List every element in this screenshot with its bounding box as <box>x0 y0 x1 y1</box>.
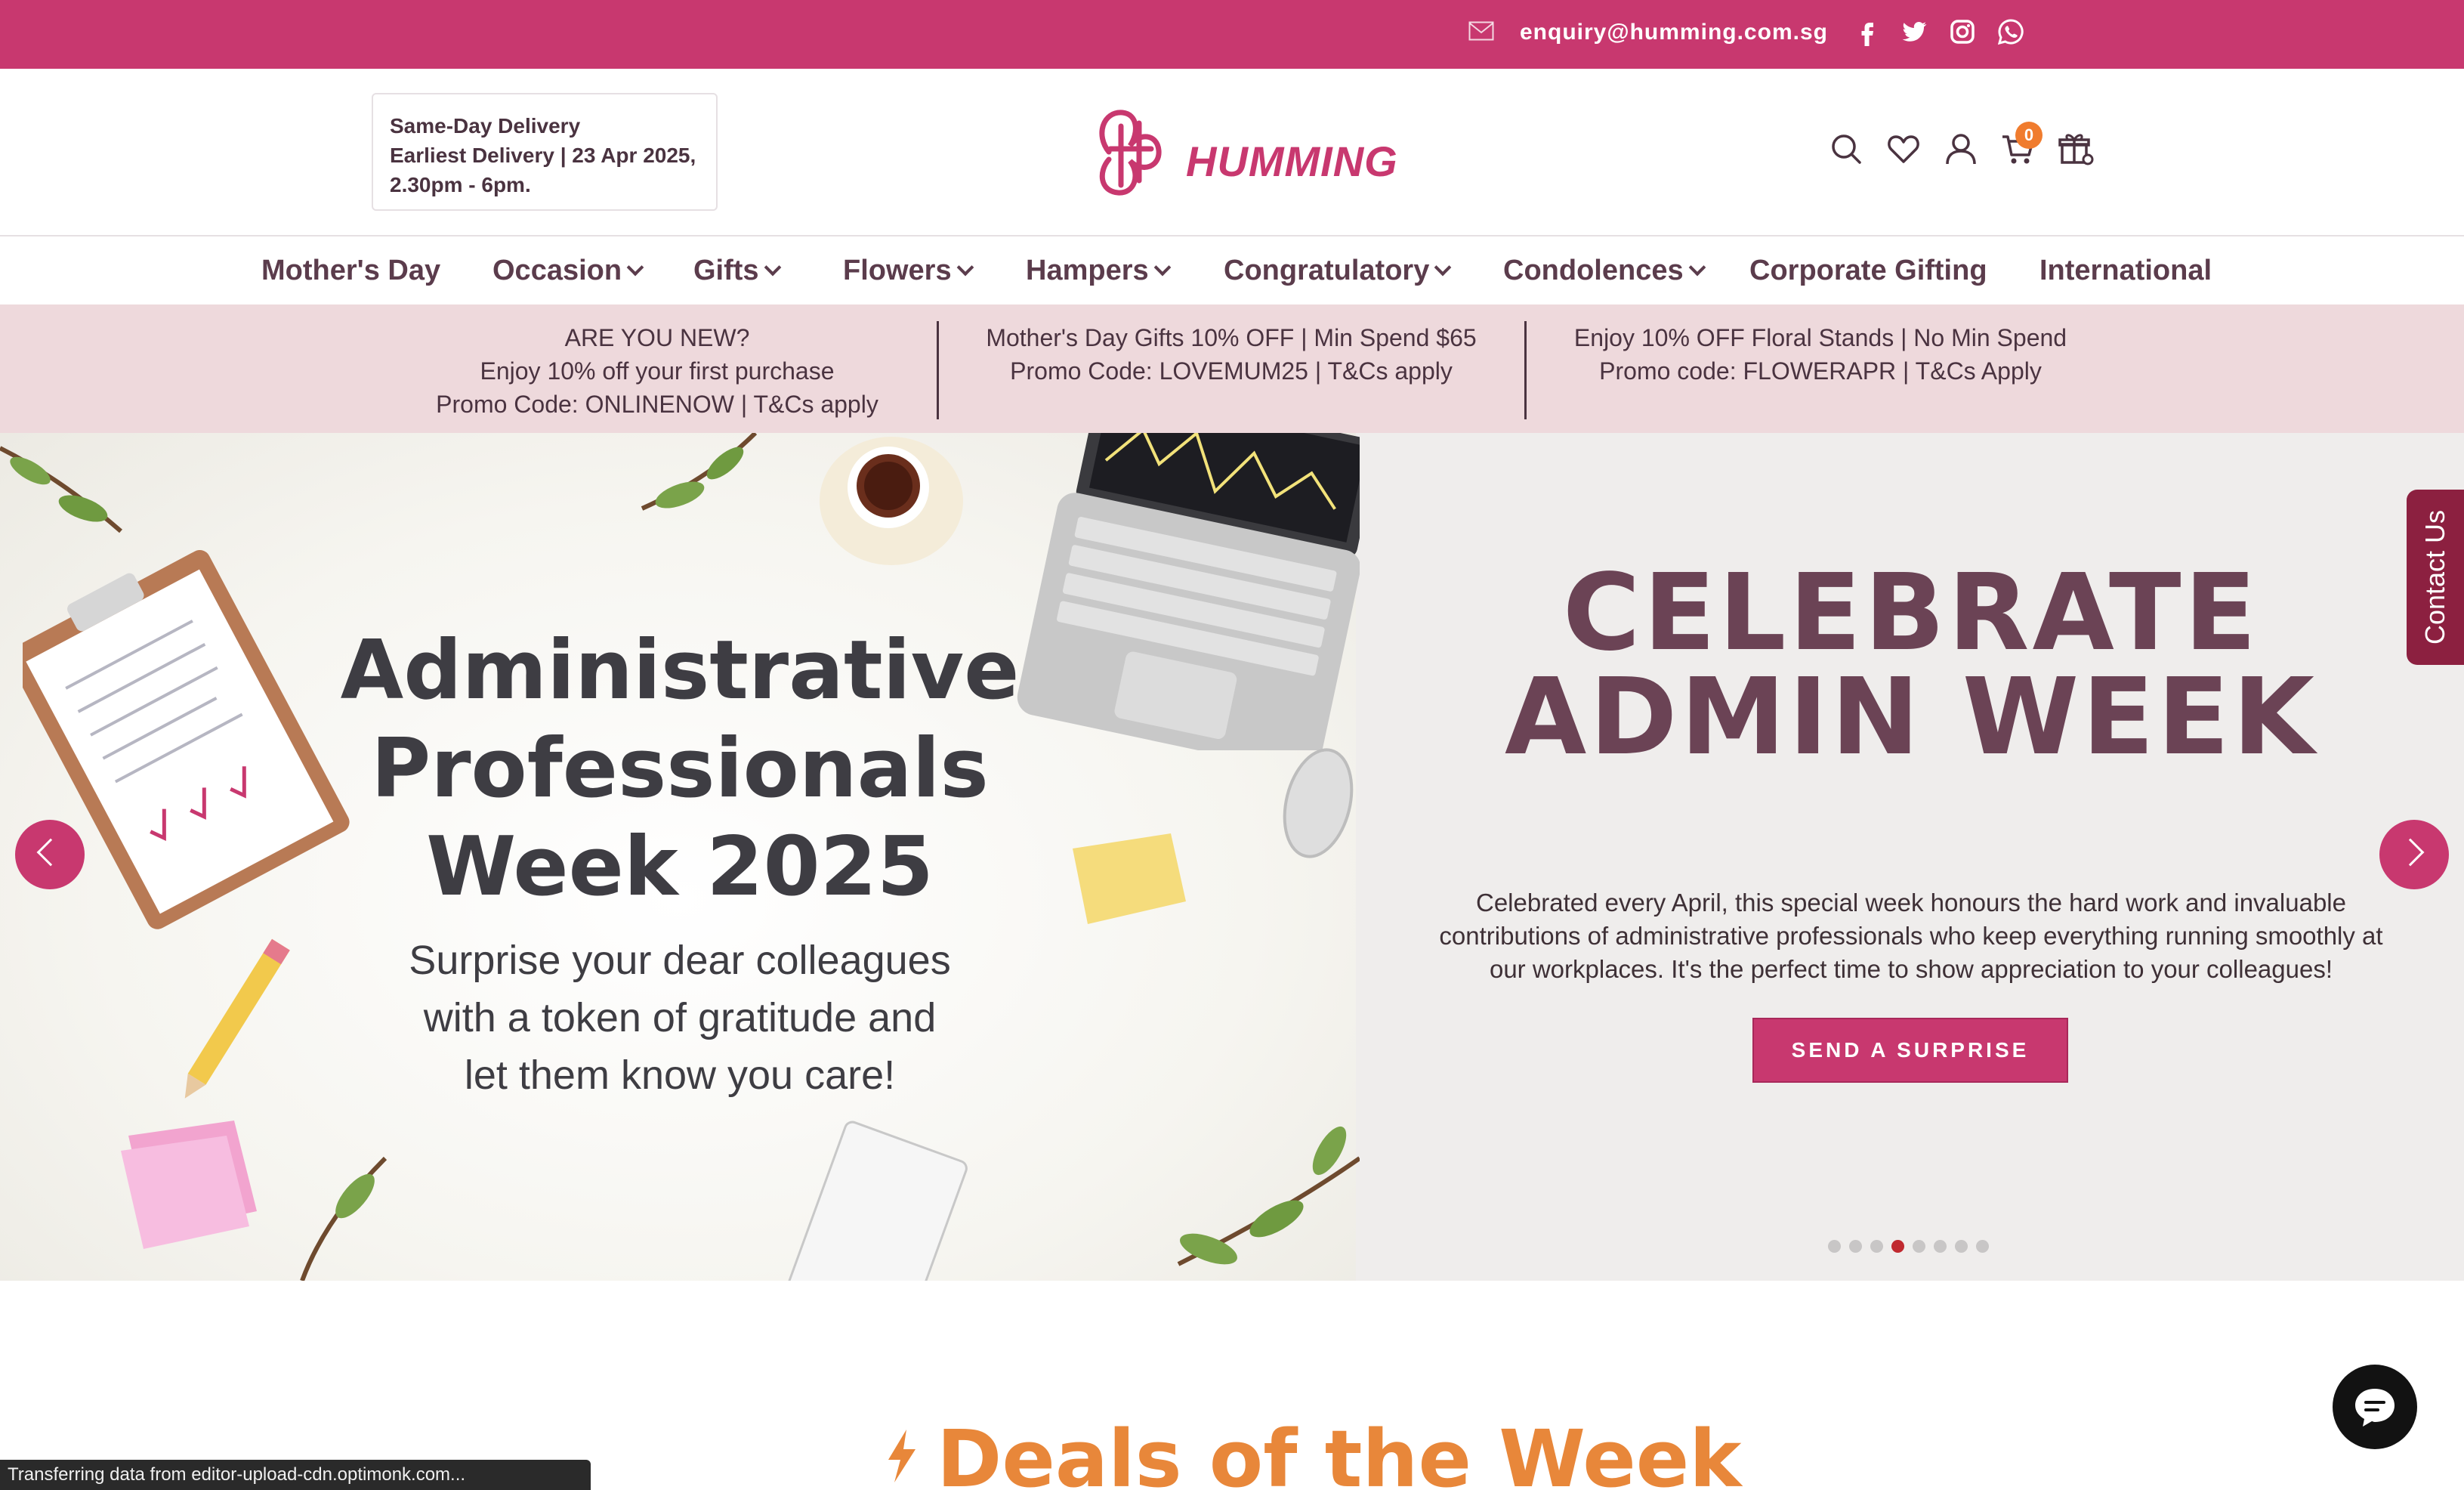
chevron-down-icon <box>1688 258 1706 277</box>
nav-item-condolences[interactable]: Condolences <box>1503 255 1706 287</box>
clipboard-illustration <box>23 549 350 929</box>
chevron-down-icon <box>1434 258 1452 277</box>
hero-description: Celebrated every April, this special wee… <box>1439 889 2383 983</box>
carousel-next-button[interactable] <box>2379 820 2449 889</box>
laptop-illustration <box>1017 433 1360 750</box>
promo-floral-stands: Enjoy 10% OFF Floral Stands | No Min Spe… <box>1573 324 2067 385</box>
nav-item-corporate-gifting[interactable]: Corporate Gifting <box>1749 255 1987 287</box>
mail-icon <box>1468 21 1494 41</box>
nav-item-flowers[interactable]: Flowers <box>843 255 974 287</box>
leaf-branch-icon <box>641 433 758 511</box>
logo-wordmark[interactable]: HUMMING <box>1186 137 1398 186</box>
gift-tracker-icon[interactable] <box>2058 131 2094 167</box>
contact-us-tab[interactable]: Contact Us <box>2407 490 2464 665</box>
chevron-down-icon <box>956 258 974 277</box>
carousel-dot-8[interactable] <box>1976 1240 1989 1253</box>
hero-heading: CELEBRATE ADMIN WEEK <box>1504 552 2318 779</box>
coffee-cup-illustration <box>820 437 963 565</box>
leaf-branch-icon <box>0 446 122 533</box>
sticky-note-illustration <box>1073 833 1186 924</box>
chat-bubble-icon <box>2355 1389 2395 1427</box>
carousel-dot-6[interactable] <box>1934 1240 1947 1253</box>
nav-item-hampers[interactable]: Hampers <box>1026 255 1171 287</box>
pink-notes-illustration <box>121 1121 257 1249</box>
twitter-icon[interactable] <box>1899 17 1929 47</box>
chat-widget-button[interactable] <box>2333 1365 2417 1449</box>
account-user-icon[interactable] <box>1943 131 1979 167</box>
promo-new-customer: ARE YOU NEW? Enjoy 10% off your first pu… <box>436 324 878 418</box>
delivery-time: 2.30pm - 6pm. <box>390 173 531 196</box>
lightning-bolt-icon <box>888 1430 916 1482</box>
chevron-right-icon <box>2396 838 2425 867</box>
promo-divider <box>1524 321 1527 419</box>
carousel-dot-5[interactable] <box>1913 1240 1925 1253</box>
whatsapp-icon[interactable] <box>1996 17 2026 47</box>
chevron-down-icon <box>1153 258 1171 277</box>
mouse-illustration <box>1283 748 1354 858</box>
nav-item-mothers-day[interactable]: Mother's Day <box>261 255 440 287</box>
banner-title: Administrative Professionals Week 2025 <box>340 623 1020 914</box>
chevron-left-icon <box>36 838 65 867</box>
nav-item-congratulatory[interactable]: Congratulatory <box>1224 255 1452 287</box>
top-bar: enquiry@humming.com.sg <box>0 0 2464 69</box>
nav-item-gifts[interactable]: Gifts <box>693 255 781 287</box>
carousel-dot-3[interactable] <box>1870 1240 1883 1253</box>
leaf-branch-icon <box>300 1156 388 1281</box>
delivery-title: Same-Day Delivery <box>390 114 581 138</box>
contact-email-link[interactable]: enquiry@humming.com.sg <box>1520 20 1828 45</box>
promo-mothers-day: Mother's Day Gifts 10% OFF | Min Spend $… <box>986 324 1477 385</box>
carousel-dot-2[interactable] <box>1849 1240 1862 1253</box>
banner-subtitle: Surprise your dear colleagues with a tok… <box>409 938 951 1098</box>
chevron-down-icon <box>626 258 644 277</box>
cart-count-badge: 0 <box>2015 122 2043 149</box>
hero-carousel: Administrative Professionals Week 2025 S… <box>0 433 2464 1281</box>
hero-banner-image[interactable]: Administrative Professionals Week 2025 S… <box>0 433 1360 1281</box>
delivery-date: Earliest Delivery | 23 Apr 2025, <box>390 144 696 167</box>
send-a-surprise-button[interactable]: SEND A SURPRISE <box>1752 1018 2068 1083</box>
instagram-icon[interactable] <box>1947 17 1978 47</box>
deals-of-the-week-heading: Deals of the Week <box>884 1413 1741 1490</box>
search-icon[interactable] <box>1828 131 1864 167</box>
carousel-dot-4[interactable] <box>1891 1240 1904 1253</box>
nav-item-occasion[interactable]: Occasion <box>492 255 644 287</box>
chevron-down-icon <box>764 258 781 277</box>
carousel-dot-7[interactable] <box>1955 1240 1968 1253</box>
promo-strip: ARE YOU NEW? Enjoy 10% off your first pu… <box>0 304 2464 433</box>
carousel-dot-1[interactable] <box>1828 1240 1841 1253</box>
leaf-branch-icon <box>1177 1126 1360 1266</box>
site-header: Same-Day Delivery Earliest Delivery | 23… <box>0 69 2464 236</box>
facebook-icon[interactable] <box>1852 17 1882 47</box>
delivery-info-box: Same-Day Delivery Earliest Delivery | 23… <box>372 93 718 211</box>
pencil-illustration <box>184 938 290 1099</box>
browser-status-bar: Transferring data from editor-upload-cdn… <box>0 1460 591 1490</box>
notepad-illustration <box>786 1121 968 1281</box>
promo-divider <box>937 321 939 419</box>
main-navigation: Mother's Day Occasion Gifts Flowers Hamp… <box>0 236 2464 304</box>
wishlist-heart-icon[interactable] <box>1885 131 1922 167</box>
carousel-prev-button[interactable] <box>15 820 85 889</box>
nav-item-international[interactable]: International <box>2039 255 2212 287</box>
